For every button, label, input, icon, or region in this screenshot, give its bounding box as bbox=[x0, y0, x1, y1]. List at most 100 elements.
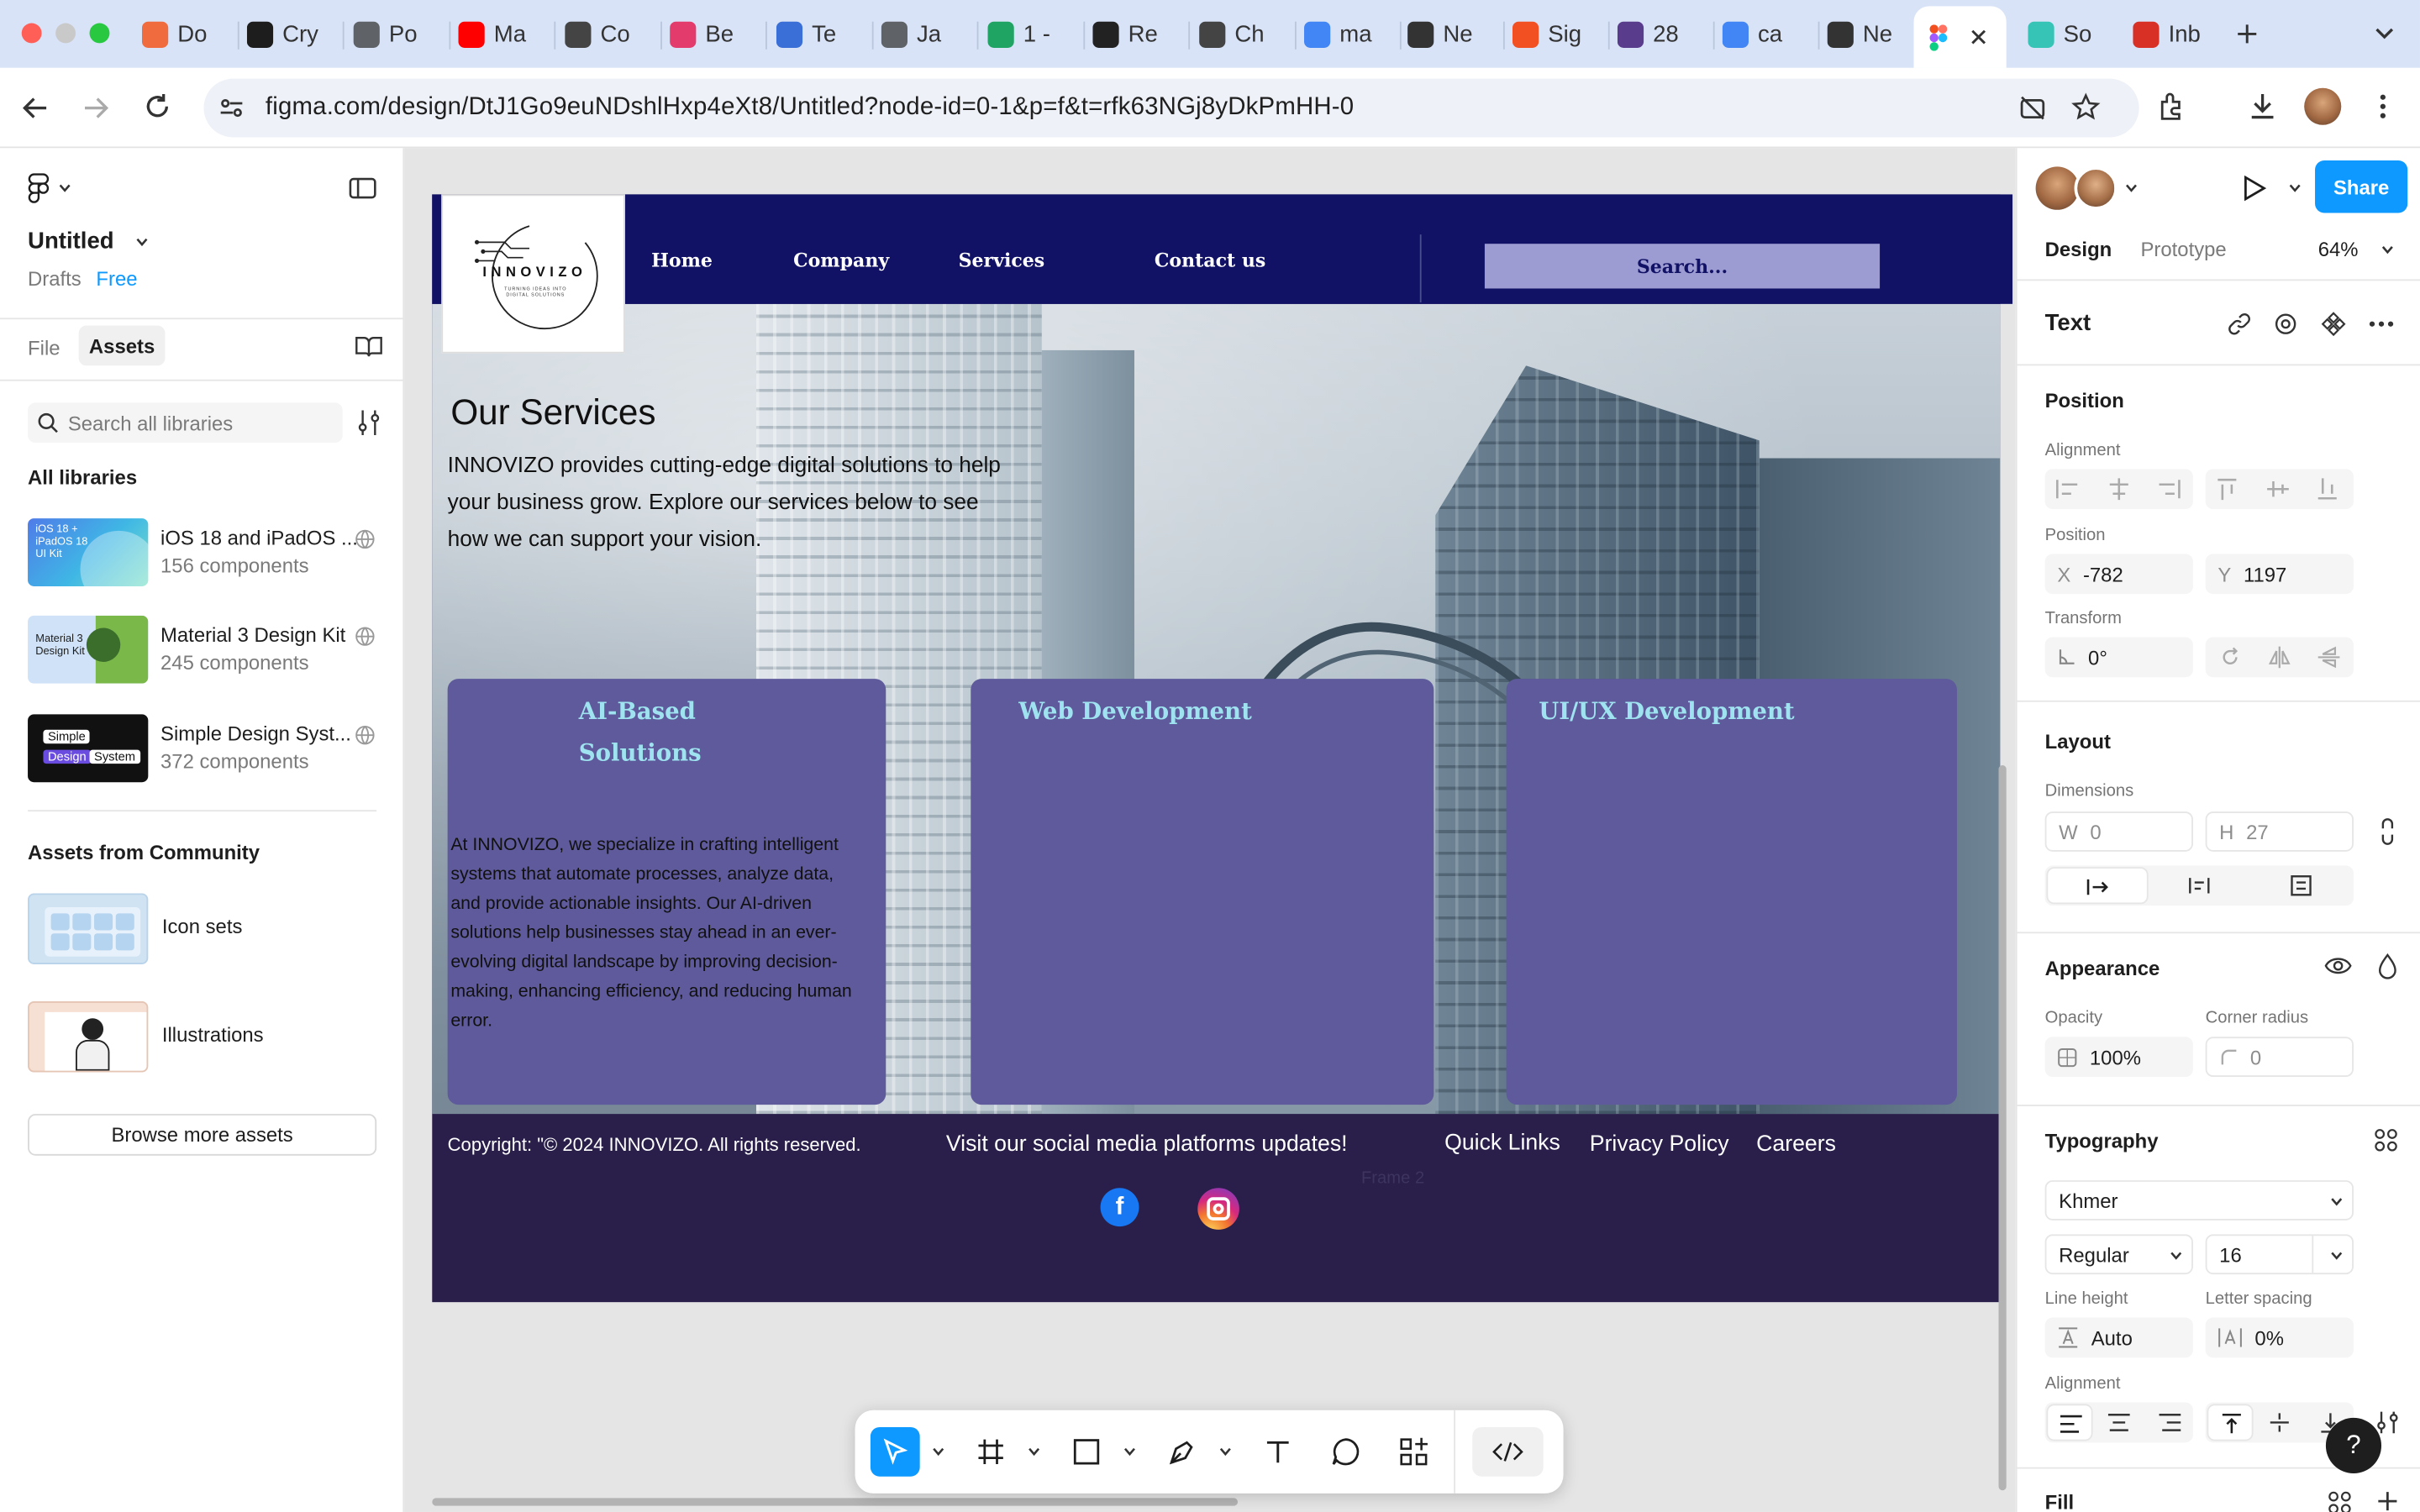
community-item-icon-sets[interactable]: Icon sets bbox=[28, 893, 386, 967]
letter-spacing-field[interactable]: 0% bbox=[2205, 1317, 2354, 1358]
footer-privacy-link[interactable]: Privacy Policy bbox=[1590, 1132, 1729, 1157]
browser-tab[interactable]: So bbox=[2028, 13, 2114, 55]
align-right-icon[interactable] bbox=[2154, 477, 2182, 501]
nav-contact-link[interactable]: Contact us bbox=[1155, 250, 1265, 272]
instagram-icon[interactable] bbox=[1197, 1188, 1239, 1230]
dev-mode-toggle[interactable] bbox=[1472, 1426, 1544, 1477]
chevron-down-icon[interactable] bbox=[1028, 1447, 1040, 1457]
align-top-icon[interactable] bbox=[2215, 477, 2239, 501]
chevron-down-icon[interactable] bbox=[2289, 184, 2302, 193]
chevron-down-icon[interactable] bbox=[932, 1447, 944, 1457]
reload-icon[interactable] bbox=[144, 92, 171, 120]
filter-sliders-icon[interactable] bbox=[356, 409, 381, 437]
browser-tab[interactable]: Cry bbox=[246, 13, 334, 55]
bookmark-star-icon[interactable] bbox=[2071, 92, 2101, 122]
text-styles-grid-icon[interactable] bbox=[2374, 1128, 2398, 1152]
chevron-down-icon[interactable] bbox=[2381, 245, 2394, 255]
font-weight-select[interactable]: Regular bbox=[2044, 1234, 2193, 1275]
facebook-icon[interactable]: f bbox=[1100, 1188, 1139, 1227]
download-icon[interactable] bbox=[2247, 91, 2278, 122]
line-height-field[interactable]: Auto bbox=[2044, 1317, 2193, 1358]
plan-badge[interactable]: Free bbox=[96, 267, 137, 291]
url-field[interactable]: figma.com/design/DtJ1Go9euNDshlHxp4eXt8/… bbox=[203, 78, 2139, 138]
browser-tab[interactable]: Inb bbox=[2133, 13, 2219, 55]
site-search-input[interactable]: Search... bbox=[1484, 244, 1881, 289]
shape-tool-button[interactable] bbox=[1062, 1427, 1112, 1477]
back-arrow-icon[interactable] bbox=[22, 94, 50, 122]
align-left-icon[interactable] bbox=[2054, 477, 2082, 501]
text-align-top-button[interactable] bbox=[2207, 1404, 2254, 1441]
height-field[interactable]: H 27 bbox=[2205, 811, 2354, 852]
y-position-field[interactable]: Y 1197 bbox=[2205, 554, 2354, 595]
align-bottom-icon[interactable] bbox=[2315, 477, 2339, 501]
fill-styles-grid-icon[interactable] bbox=[2328, 1490, 2352, 1512]
opacity-field[interactable]: 100% bbox=[2044, 1037, 2193, 1078]
link-icon[interactable] bbox=[2227, 312, 2251, 336]
corner-radius-field[interactable]: 0 bbox=[2205, 1037, 2354, 1078]
browser-tab[interactable]: Re bbox=[1092, 13, 1179, 55]
font-family-select[interactable]: Khmer bbox=[2044, 1180, 2354, 1221]
service-card-uiux[interactable]: UI/UX Development bbox=[1506, 679, 1957, 1105]
tab-assets[interactable]: Assets bbox=[78, 325, 166, 366]
file-name-button[interactable]: Untitled bbox=[28, 228, 148, 255]
tab-file[interactable]: File bbox=[28, 336, 60, 360]
toggle-sidebar-icon[interactable] bbox=[349, 176, 376, 200]
browser-tab[interactable]: Ma bbox=[458, 13, 544, 55]
profile-avatar[interactable] bbox=[2304, 87, 2342, 125]
nav-services-link[interactable]: Services bbox=[959, 250, 1045, 272]
more-options-icon[interactable] bbox=[2367, 319, 2395, 328]
browser-tab[interactable]: ma bbox=[1304, 13, 1391, 55]
x-position-field[interactable]: X -782 bbox=[2044, 554, 2193, 595]
browser-tab[interactable]: Sig bbox=[1512, 13, 1599, 55]
forward-arrow-icon[interactable] bbox=[82, 94, 109, 122]
constrain-proportions-icon[interactable] bbox=[2378, 817, 2396, 845]
browser-tab[interactable]: Ch bbox=[1199, 13, 1286, 55]
tab-design[interactable]: Design bbox=[2045, 238, 2112, 261]
text-tool-button[interactable] bbox=[1253, 1427, 1302, 1477]
service-card-ai[interactable]: AI-Based Solutions At INNOVIZO, we speci… bbox=[447, 679, 886, 1105]
camera-blocked-icon[interactable] bbox=[2018, 94, 2046, 122]
community-item-illustrations[interactable]: Illustrations bbox=[28, 1001, 386, 1075]
rotation-field[interactable]: 0° bbox=[2044, 637, 2193, 678]
align-middle-icon[interactable] bbox=[2265, 477, 2290, 501]
nav-company-link[interactable]: Company bbox=[793, 250, 889, 272]
actions-tool-button[interactable] bbox=[1389, 1427, 1439, 1477]
browser-tab[interactable]: Po bbox=[353, 13, 440, 55]
browser-tab[interactable]: ca bbox=[1722, 13, 1809, 55]
footer-quick-links[interactable]: Quick Links bbox=[1444, 1131, 1560, 1155]
comment-tool-button[interactable] bbox=[1321, 1427, 1370, 1477]
chevron-down-icon[interactable] bbox=[2125, 184, 2138, 193]
component-icon[interactable] bbox=[2321, 312, 2346, 337]
text-align-right-icon[interactable] bbox=[2158, 1413, 2182, 1431]
site-settings-icon[interactable] bbox=[218, 94, 245, 122]
library-item[interactable]: Material 3 Design Kit Material 3 Design … bbox=[28, 615, 386, 684]
main-menu-button[interactable] bbox=[28, 173, 71, 204]
flip-vertical-icon[interactable] bbox=[2317, 645, 2341, 669]
chevron-down-icon[interactable] bbox=[1219, 1447, 1232, 1457]
tab-search-chevron-icon[interactable] bbox=[2374, 24, 2396, 43]
close-tab-icon[interactable] bbox=[1970, 28, 1988, 46]
browse-more-assets-button[interactable]: Browse more assets bbox=[28, 1114, 377, 1156]
extensions-icon[interactable] bbox=[2156, 91, 2187, 122]
width-field[interactable]: W0 bbox=[2044, 811, 2193, 852]
type-settings-icon[interactable] bbox=[2377, 1410, 2399, 1435]
window-zoom-button[interactable] bbox=[89, 23, 110, 44]
browser-tab[interactable]: Be bbox=[670, 13, 756, 55]
browser-tab[interactable]: 28 bbox=[1617, 13, 1704, 55]
help-button[interactable]: ? bbox=[2325, 1417, 2382, 1474]
fixed-size-icon[interactable] bbox=[2289, 874, 2313, 896]
browser-tab[interactable]: Ne bbox=[1827, 13, 1914, 55]
nav-home-link[interactable]: Home bbox=[651, 250, 713, 272]
font-size-field[interactable]: 16 bbox=[2205, 1234, 2354, 1275]
browser-tab[interactable]: Ja bbox=[881, 13, 968, 55]
window-close-button[interactable] bbox=[21, 23, 42, 44]
pen-tool-button[interactable] bbox=[1158, 1427, 1207, 1477]
window-minimize-button[interactable] bbox=[55, 23, 76, 44]
browser-menu-icon[interactable] bbox=[2370, 91, 2395, 122]
vertical-scrollbar[interactable] bbox=[1998, 765, 2007, 1491]
style-target-icon[interactable] bbox=[2273, 312, 2297, 336]
service-card-web[interactable]: Web Development bbox=[971, 679, 1434, 1105]
collaborator-avatar[interactable] bbox=[2035, 166, 2080, 210]
footer-careers-link[interactable]: Careers bbox=[1756, 1132, 1836, 1157]
tab-prototype[interactable]: Prototype bbox=[2141, 238, 2227, 261]
